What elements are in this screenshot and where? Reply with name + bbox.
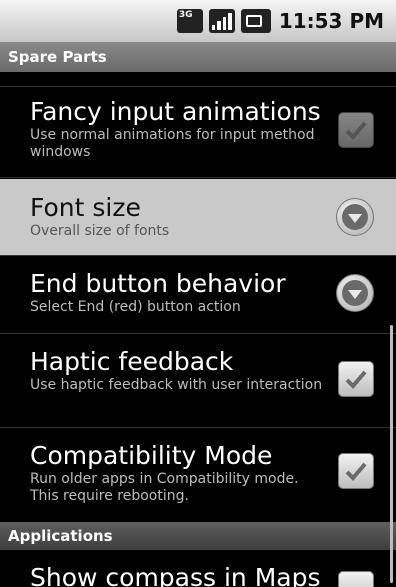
checkmark-icon xyxy=(345,462,367,481)
status-time: 11:53 PM xyxy=(278,9,384,33)
pref-end-button-behavior[interactable]: End button behavior Select End (red) but… xyxy=(0,257,396,334)
end-button-behavior-dropdown-icon[interactable] xyxy=(336,274,374,312)
section-header-applications: Applications xyxy=(0,522,396,550)
pref-fancy-input-animations[interactable]: Fancy input animations Use normal animat… xyxy=(0,87,396,178)
checkmark-icon xyxy=(345,121,367,140)
signal-strength-icon xyxy=(208,9,235,33)
app-title-bar: Spare Parts xyxy=(0,42,396,72)
fancy-input-animations-checkbox[interactable] xyxy=(338,112,374,148)
pref-show-compass-title[interactable]: Show compass in Maps xyxy=(30,563,321,587)
pref-summary: Select End (red) button action xyxy=(30,299,241,315)
pref-haptic-feedback[interactable]: Haptic feedback Use haptic feedback with… xyxy=(0,335,396,428)
haptic-feedback-checkbox[interactable] xyxy=(338,361,374,397)
scrollbar[interactable] xyxy=(390,325,393,583)
font-size-dropdown-icon[interactable] xyxy=(336,198,374,236)
screen: 3G 11:53 PM Spare Parts Fancy input anim… xyxy=(0,0,396,587)
app-title: Spare Parts xyxy=(8,48,107,66)
battery-icon xyxy=(240,9,271,33)
chevron-down-icon xyxy=(342,204,368,230)
chevron-down-icon xyxy=(342,280,368,306)
pref-summary: Use normal animations for input method w… xyxy=(30,127,315,160)
status-bar: 3G 11:53 PM xyxy=(0,0,396,42)
show-compass-checkbox[interactable] xyxy=(338,571,374,587)
network-label: 3G xyxy=(178,10,193,20)
3g-data-icon: 3G xyxy=(176,9,203,33)
pref-summary: Run older apps in Compatibility mode. Th… xyxy=(30,471,299,504)
section-header-label: Applications xyxy=(8,527,113,545)
pref-summary: Overall size of fonts xyxy=(30,223,170,239)
pref-summary: Use haptic feedback with user interactio… xyxy=(30,377,323,393)
checkmark-icon xyxy=(345,370,367,389)
compatibility-mode-checkbox[interactable] xyxy=(338,453,374,489)
pref-compatibility-mode[interactable]: Compatibility Mode Run older apps in Com… xyxy=(0,429,396,522)
pref-font-size[interactable]: Font size Overall size of fonts xyxy=(0,179,396,256)
